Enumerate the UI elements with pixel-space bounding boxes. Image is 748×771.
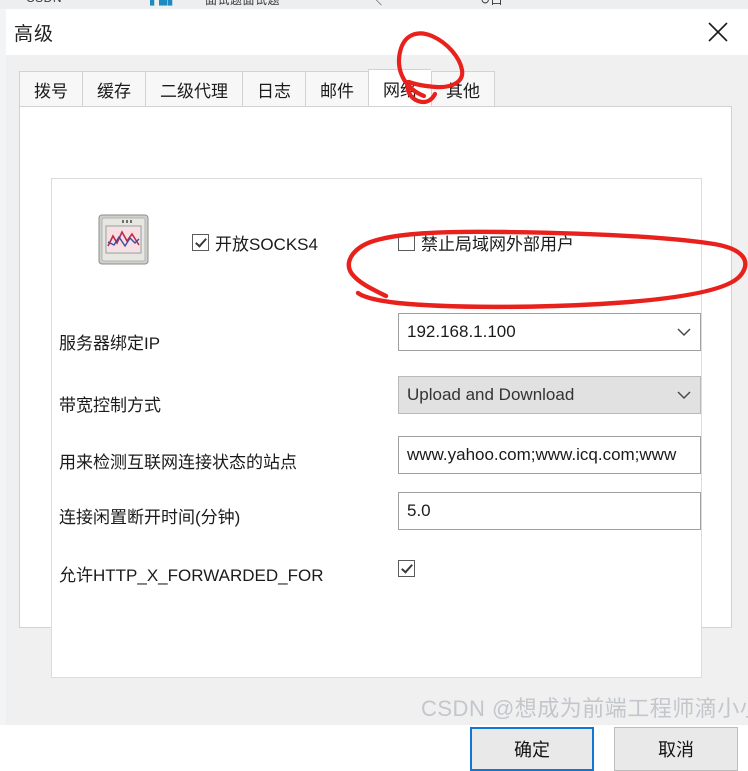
tab-4[interactable]: 邮件 <box>305 71 368 107</box>
input-idle-disconnect-minutes[interactable]: 5.0 <box>398 492 701 530</box>
tab-3[interactable]: 日志 <box>242 71 305 107</box>
input-idle-disconnect-minutes-value: 5.0 <box>407 501 431 520</box>
combobox-server-bind-ip[interactable]: 192.168.1.100 <box>398 313 701 351</box>
dialog-title: 高级 <box>14 24 55 45</box>
checkbox-disallow-lan-external-users[interactable]: 禁止局域网外部用户 <box>398 230 574 255</box>
label-idle-disconnect-minutes: 连接闲置断开时间(分钟) <box>59 508 241 527</box>
close-icon[interactable] <box>696 13 740 51</box>
combobox-bandwidth-control-mode[interactable]: Upload and Download <box>398 376 701 414</box>
label-allow-http-x-forwarded-for: 允许HTTP_X_FORWARDED_FOR <box>59 566 324 585</box>
input-internet-check-sites-value: www.yahoo.com;www.icq.com;www <box>407 445 677 464</box>
tab-1[interactable]: 缓存 <box>82 71 145 107</box>
tab-6[interactable]: 其他 <box>431 71 495 107</box>
dialog-titlebar: 高级 <box>6 9 748 55</box>
tab-5-active[interactable]: 网络 <box>368 69 431 107</box>
tab-content-panel <box>19 106 732 678</box>
dialog-body: 拨号 缓存 二级代理 日志 邮件 网络 其他 开放SOCKS4 禁止局域网外部用… <box>6 55 748 771</box>
cancel-button[interactable]: 取消 <box>614 727 738 771</box>
chevron-down-icon <box>677 322 691 342</box>
tab-0[interactable]: 拨号 <box>19 71 82 107</box>
combobox-server-bind-ip-value: 192.168.1.100 <box>407 322 516 341</box>
checkbox-box-xff <box>398 560 415 577</box>
strip-text-e: ↻口 <box>480 0 504 7</box>
checkbox-allow-http-x-forwarded-for[interactable] <box>398 560 415 577</box>
label-internet-check-sites: 用来检测互联网连接状态的站点 <box>59 453 297 472</box>
label-server-bind-ip: 服务器绑定IP <box>59 334 161 353</box>
strip-text-b: ▌▄▌ <box>150 0 177 5</box>
checkbox-label-socks4: 开放SOCKS4 <box>215 235 318 254</box>
combobox-bandwidth-control-mode-value: Upload and Download <box>407 385 575 404</box>
monitor-chart-icon <box>96 212 151 267</box>
checkbox-box-disallow-lan <box>398 234 415 251</box>
checkbox-label-disallow-lan: 禁止局域网外部用户 <box>421 235 574 254</box>
checkbox-open-socks4[interactable]: 开放SOCKS4 <box>192 230 318 255</box>
input-internet-check-sites[interactable]: www.yahoo.com;www.icq.com;www <box>398 436 701 474</box>
tab-bar: 拨号 缓存 二级代理 日志 邮件 网络 其他 <box>19 69 495 107</box>
strip-text-c: 面试题面试题 <box>205 0 281 7</box>
checkbox-box-socks4 <box>192 234 209 251</box>
label-bandwidth-control-mode: 带宽控制方式 <box>59 396 161 415</box>
advanced-settings-dialog: 高级 拨号 缓存 二级代理 日志 邮件 网络 其他 开放SOCKS4 禁止局域网… <box>6 9 748 771</box>
chevron-down-icon <box>677 385 691 405</box>
strip-text-d: ＼ <box>370 0 383 7</box>
ok-button[interactable]: 确定 <box>470 727 594 771</box>
tab-2[interactable]: 二级代理 <box>145 71 242 107</box>
strip-text-a: CSDN <box>26 0 62 5</box>
